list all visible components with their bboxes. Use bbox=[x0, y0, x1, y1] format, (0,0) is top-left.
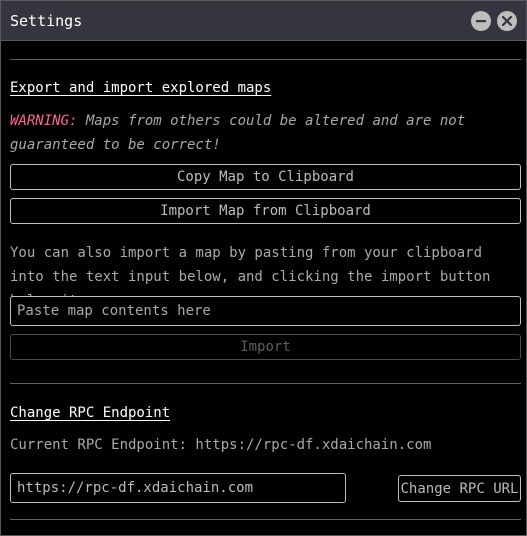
export-import-heading: Export and import explored maps bbox=[10, 80, 272, 96]
rpc-url-input[interactable] bbox=[10, 473, 346, 503]
copy-map-button[interactable]: Copy Map to Clipboard bbox=[10, 164, 521, 190]
section-divider bbox=[10, 383, 521, 384]
paste-map-input[interactable] bbox=[10, 296, 521, 326]
section-divider bbox=[10, 59, 521, 60]
title-bar[interactable]: Settings bbox=[1, 1, 526, 41]
minimize-button[interactable] bbox=[471, 11, 491, 31]
settings-window: Settings Export and import explored maps… bbox=[0, 0, 527, 536]
current-rpc-label: Current RPC Endpoint: https://rpc-df.xda… bbox=[10, 437, 432, 453]
close-icon bbox=[501, 15, 513, 27]
rpc-heading: Change RPC Endpoint bbox=[10, 405, 171, 421]
minus-icon bbox=[476, 20, 486, 23]
import-button[interactable]: Import bbox=[10, 334, 521, 360]
window-title: Settings bbox=[10, 12, 83, 30]
change-rpc-button[interactable]: Change RPC URL bbox=[398, 475, 521, 502]
warning-message: WARNING: Maps from others could be alter… bbox=[10, 109, 518, 157]
import-from-clipboard-button[interactable]: Import Map from Clipboard bbox=[10, 198, 521, 224]
section-divider bbox=[10, 519, 521, 520]
close-button[interactable] bbox=[497, 11, 517, 31]
warning-text: Maps from others could be altered and ar… bbox=[10, 113, 466, 153]
warning-label: WARNING: bbox=[10, 113, 78, 129]
